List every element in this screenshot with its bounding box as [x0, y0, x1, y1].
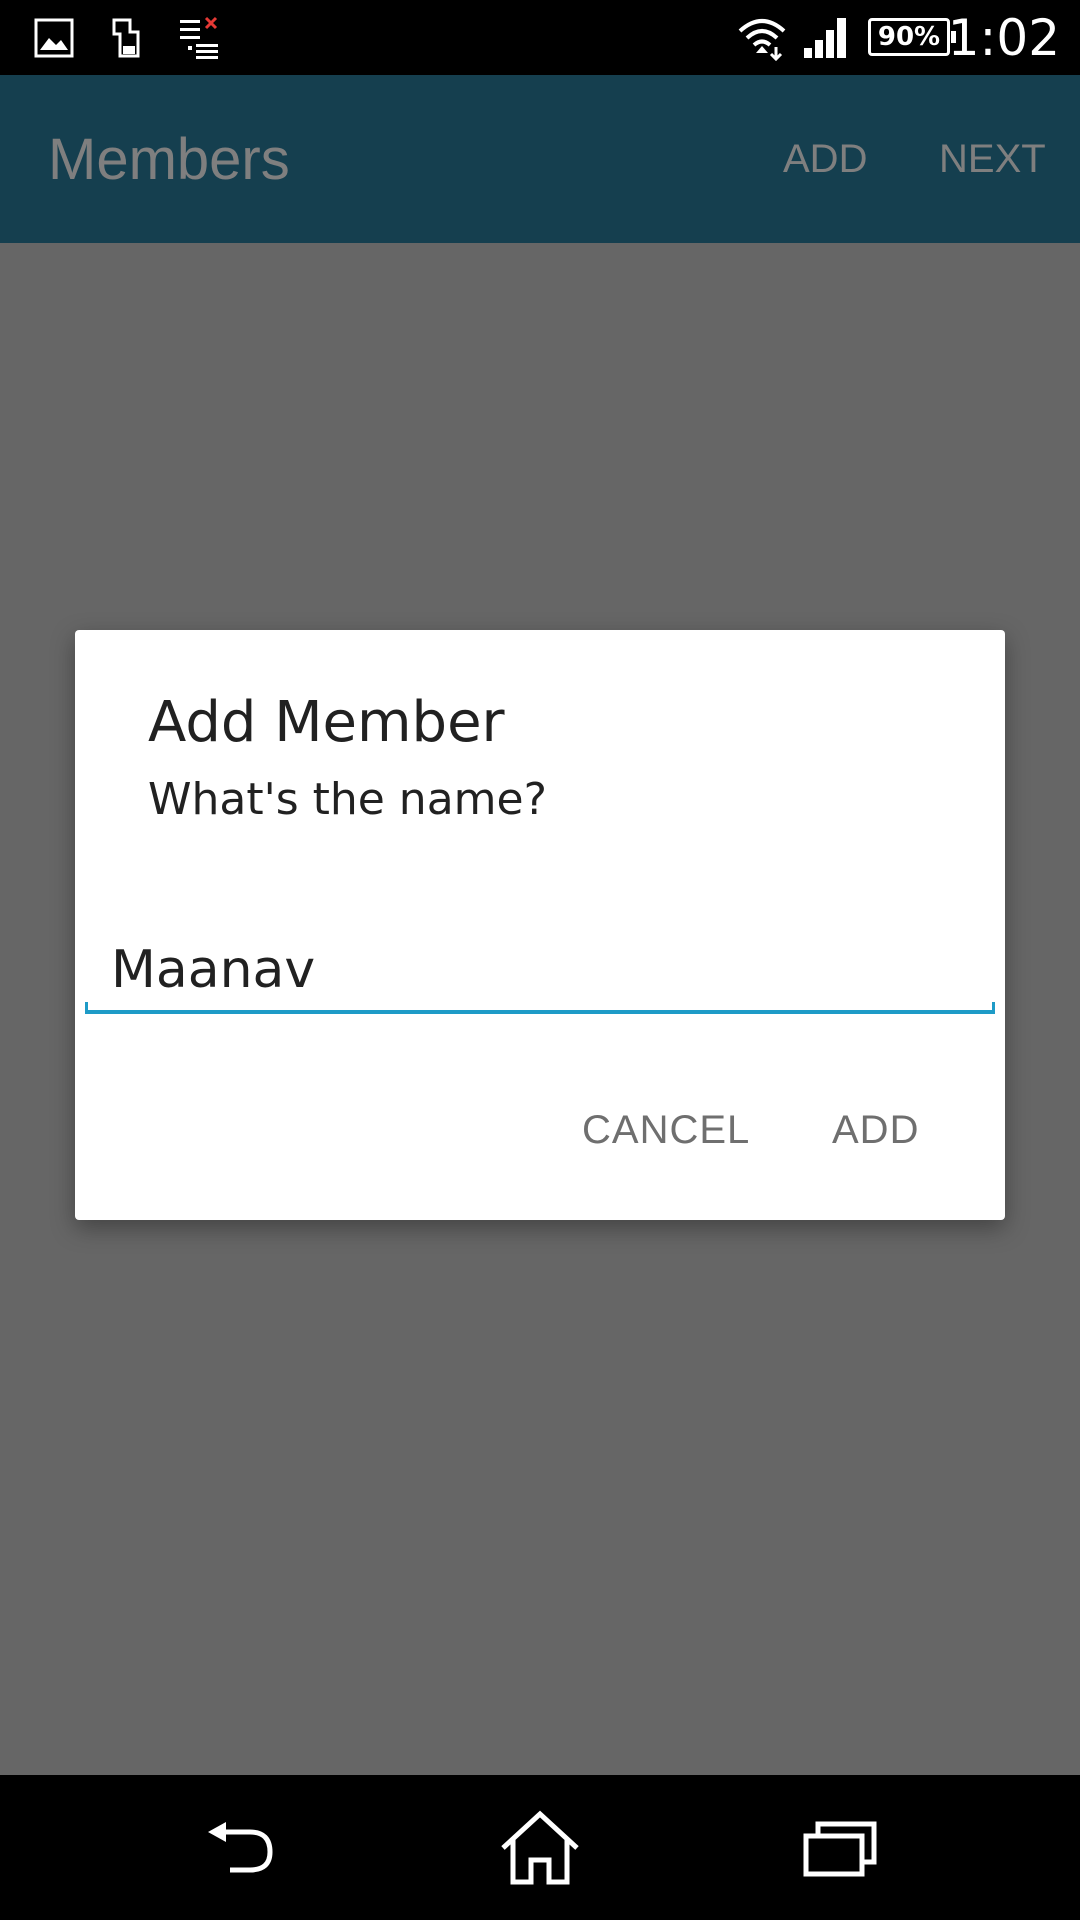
sd-card-icon — [110, 0, 142, 75]
home-icon[interactable] — [485, 1805, 595, 1890]
recent-apps-icon[interactable] — [785, 1805, 895, 1890]
gallery-icon — [34, 0, 74, 75]
battery-icon: 90% — [868, 18, 956, 56]
wifi-icon — [736, 0, 788, 75]
back-icon[interactable] — [185, 1805, 295, 1890]
add-member-dialog: Add Member What's the name? CANCEL ADD — [75, 630, 1005, 1220]
cancel-button[interactable]: CANCEL — [582, 1100, 750, 1160]
download-error-icon — [178, 0, 222, 75]
status-bar: 90% 1:02 — [0, 0, 1080, 75]
add-button[interactable]: ADD — [832, 1100, 919, 1160]
dialog-title: Add Member — [148, 690, 505, 755]
input-underline — [85, 1002, 995, 1014]
navigation-bar — [0, 1775, 1080, 1920]
dialog-message: What's the name? — [148, 774, 547, 825]
screen: 90% 1:02 Members ADD NEXT Add Member Wha… — [0, 0, 1080, 1920]
battery-percent: 90% — [877, 22, 941, 52]
member-name-input[interactable] — [85, 930, 995, 1010]
signal-icon — [802, 0, 850, 75]
clock: 1:02 — [947, 8, 1060, 67]
